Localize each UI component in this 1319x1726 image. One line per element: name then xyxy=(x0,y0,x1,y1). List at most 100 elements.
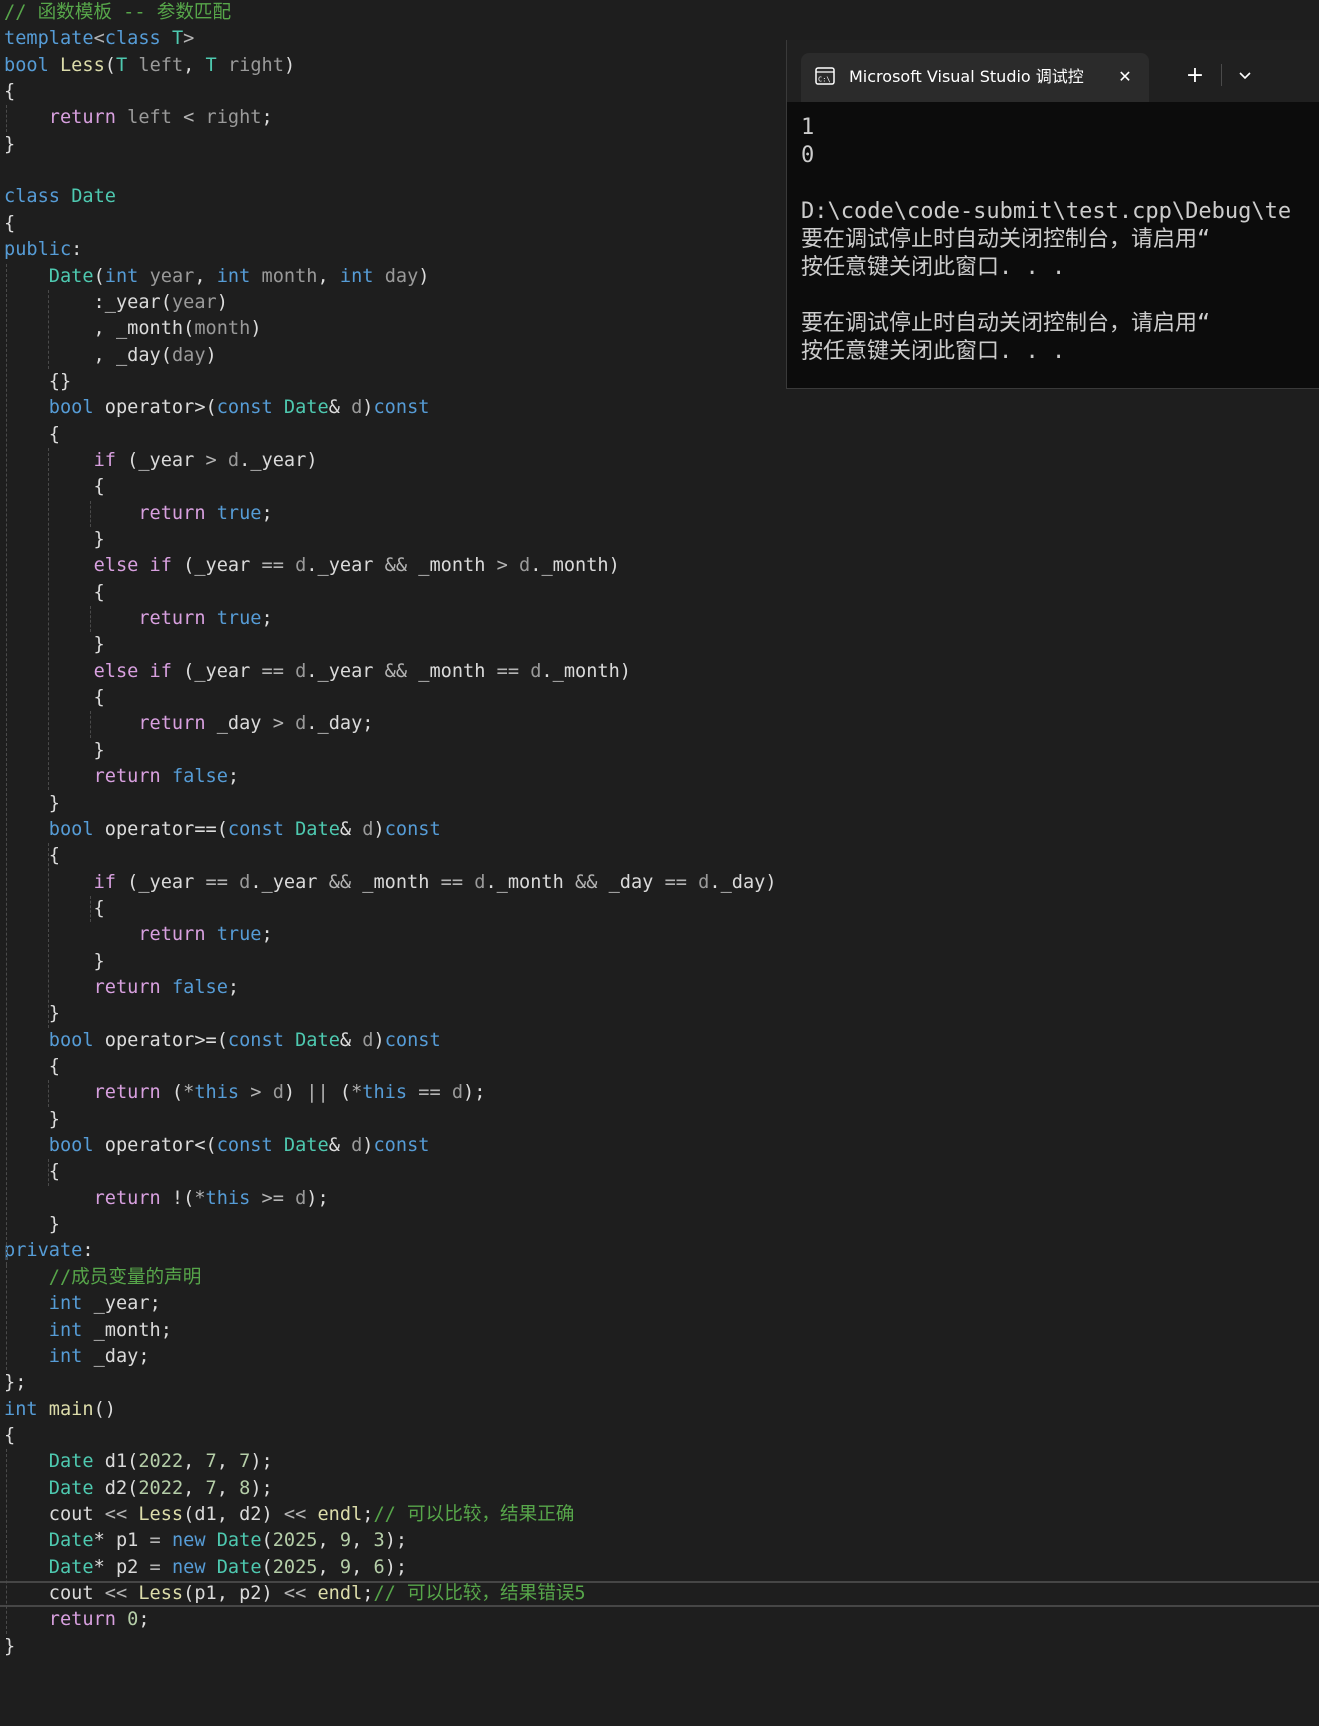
code-line[interactable]: Date(int year, int month, int day) xyxy=(0,264,430,290)
code-line[interactable]: Date d2(2022, 7, 8); xyxy=(0,1476,273,1502)
code-line[interactable]: public: xyxy=(0,237,82,263)
code-token: 2025 xyxy=(272,1556,318,1578)
code-line[interactable]: , _month(month) xyxy=(0,316,262,342)
code-line[interactable]: //成员变量的声明 xyxy=(0,1265,202,1291)
code-token: this xyxy=(205,1187,251,1209)
code-line[interactable]: return _day > d._day; xyxy=(0,711,373,737)
code-line[interactable]: bool Less(T left, T right) xyxy=(0,53,295,79)
console-titlebar[interactable]: C:\ Microsoft Visual Studio 调试控 ✕ + xyxy=(787,40,1319,102)
code-line[interactable]: } xyxy=(0,791,60,817)
code-line[interactable]: // 函数模板 -- 参数匹配 xyxy=(0,0,231,26)
console-window[interactable]: C:\ Microsoft Visual Studio 调试控 ✕ + 1 0 D:… xyxy=(786,40,1319,389)
code-token: else xyxy=(93,555,139,577)
code-line[interactable]: Date* p1 = new Date(2025, 9, 3); xyxy=(0,1528,407,1554)
code-token: d2 xyxy=(104,1477,128,1499)
code-line[interactable]: } xyxy=(0,527,105,553)
close-tab-button[interactable]: ✕ xyxy=(1113,65,1137,89)
code-token: d xyxy=(295,1187,307,1209)
code-line[interactable]: return !(*this >= d); xyxy=(0,1186,329,1212)
code-line[interactable]: { xyxy=(0,1423,15,1449)
code-token: ) xyxy=(306,449,318,471)
code-line[interactable]: return true; xyxy=(0,501,272,527)
code-line[interactable]: int main() xyxy=(0,1397,116,1423)
code-line[interactable]: return true; xyxy=(0,922,272,948)
code-line[interactable]: return false; xyxy=(0,764,240,790)
code-line[interactable]: bool operator>=(const Date& d)const xyxy=(0,1028,441,1054)
code-line[interactable]: Date* p2 = new Date(2025, 9, 6); xyxy=(0,1555,407,1581)
chevron-down-icon[interactable] xyxy=(1231,62,1259,90)
code-line[interactable]: private: xyxy=(0,1238,94,1264)
code-line[interactable]: } xyxy=(0,1107,60,1133)
code-line[interactable]: return (*this > d) || (*this == d); xyxy=(0,1080,486,1106)
code-token: >= xyxy=(250,1187,296,1209)
code-line[interactable]: int _year; xyxy=(0,1291,161,1317)
code-line[interactable]: return true; xyxy=(0,606,272,632)
code-line[interactable]: int _month; xyxy=(0,1318,172,1344)
code-line[interactable]: }; xyxy=(0,1370,26,1396)
code-token: ; xyxy=(362,1583,374,1604)
code-token: const xyxy=(384,818,441,840)
code-token: ; xyxy=(138,1609,150,1631)
code-token: return xyxy=(48,107,116,129)
code-line[interactable]: int _day; xyxy=(0,1344,150,1370)
code-line[interactable]: return 0; xyxy=(0,1607,150,1633)
code-token: = xyxy=(138,1556,172,1578)
code-token: } xyxy=(4,1214,60,1236)
console-tab[interactable]: C:\ Microsoft Visual Studio 调试控 ✕ xyxy=(801,53,1149,102)
code-line[interactable] xyxy=(0,158,4,184)
code-line[interactable]: { xyxy=(0,1159,60,1185)
code-token: 9 xyxy=(339,1556,352,1578)
code-line[interactable]: } xyxy=(0,1212,60,1238)
code-token: ) xyxy=(418,265,430,287)
code-line[interactable]: else if (_year == d._year && _month == d… xyxy=(0,659,631,685)
code-line[interactable]: class Date xyxy=(0,184,116,210)
code-token: class xyxy=(104,28,161,50)
code-line[interactable]: bool operator>(const Date& d)const xyxy=(0,395,430,421)
code-line[interactable]: { xyxy=(0,211,15,237)
code-line[interactable]: if (_year == d._year && _month == d._mon… xyxy=(0,870,777,896)
code-line[interactable]: template<class T> xyxy=(0,26,194,52)
code-token: ); xyxy=(250,1451,273,1473)
code-line[interactable]: :_year(year) xyxy=(0,290,228,316)
code-line[interactable]: {} xyxy=(0,369,71,395)
code-line[interactable]: } xyxy=(0,738,105,764)
code-token: const xyxy=(384,1029,441,1051)
console-output-line: 按任意键关闭此窗口. . . xyxy=(801,255,1066,280)
code-line[interactable]: } xyxy=(0,632,105,658)
code-line[interactable]: cout << Less(p1, p2) << endl;// 可以比较，结果错… xyxy=(0,1581,1319,1607)
code-token: }; xyxy=(4,1372,27,1394)
code-token: , xyxy=(317,1530,340,1552)
code-line[interactable]: { xyxy=(0,422,60,448)
new-tab-button[interactable]: + xyxy=(1181,62,1209,90)
code-line[interactable]: , _day(day) xyxy=(0,343,217,369)
code-line[interactable]: cout << Less(d1, d2) << endl;// 可以比较，结果正… xyxy=(0,1502,575,1528)
code-token: _day xyxy=(317,713,363,735)
code-token: ) xyxy=(765,871,777,893)
code-line[interactable]: { xyxy=(0,685,105,711)
code-token: == xyxy=(653,871,699,893)
code-token: template xyxy=(4,28,94,50)
code-line[interactable]: else if (_year == d._year && _month > d.… xyxy=(0,553,620,579)
code-line[interactable]: { xyxy=(0,580,105,606)
code-line[interactable]: } xyxy=(0,1634,15,1660)
code-line[interactable]: { xyxy=(0,79,15,105)
code-line[interactable]: } xyxy=(0,1001,60,1027)
code-line[interactable]: } xyxy=(0,132,15,158)
code-line[interactable]: bool operator<(const Date& d)const xyxy=(0,1133,430,1159)
code-line[interactable]: { xyxy=(0,474,105,500)
code-line[interactable]: bool operator==(const Date& d)const xyxy=(0,817,441,843)
code-line[interactable]: } xyxy=(0,949,105,975)
code-line[interactable]: { xyxy=(0,1054,60,1080)
code-token: Date xyxy=(48,1530,94,1552)
code-line[interactable]: return false; xyxy=(0,975,240,1001)
code-line[interactable]: { xyxy=(0,843,60,869)
code-line[interactable]: Date d1(2022, 7, 7); xyxy=(0,1449,273,1475)
code-token: _day xyxy=(216,713,262,735)
code-line[interactable]: return left < right; xyxy=(0,105,273,131)
indent-guide xyxy=(48,289,49,369)
